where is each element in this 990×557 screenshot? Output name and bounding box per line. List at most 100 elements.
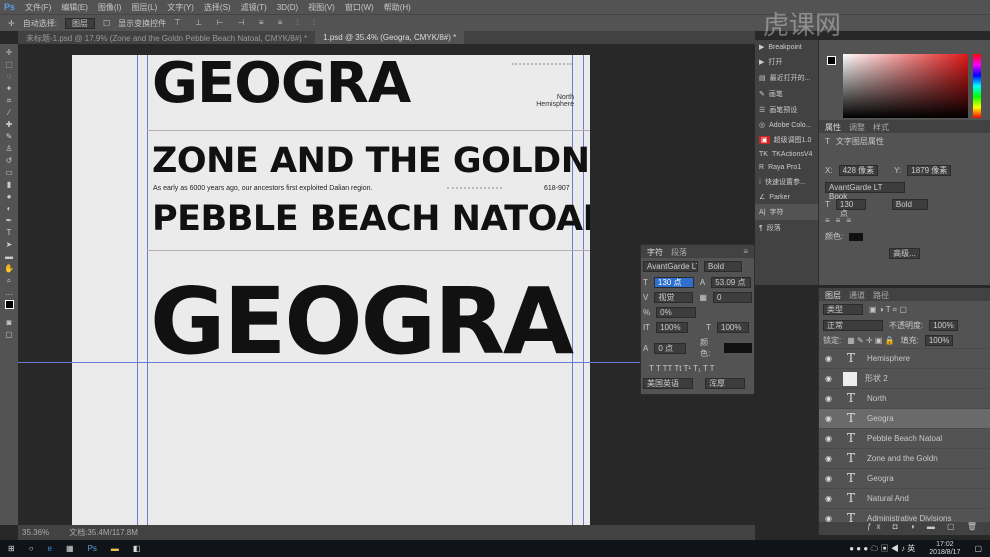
layer-row[interactable]: ◉ T Zone and the Goldn — [819, 448, 990, 468]
tab-properties[interactable]: 属性 — [825, 122, 841, 132]
tab-untitled[interactable]: 未标题-1.psd @ 17.9% (Zone and the Goldn Pe… — [18, 31, 315, 44]
tab-styles[interactable]: 样式 — [873, 122, 889, 132]
menu-window[interactable]: 窗口(W) — [345, 2, 374, 13]
clock[interactable]: 17:02 2018/8/17 — [929, 541, 960, 557]
eyedropper-icon[interactable]: ⁄ — [3, 108, 15, 118]
menu-select[interactable]: 选择(S) — [204, 2, 231, 13]
font-size-field[interactable]: 130 点 — [653, 277, 694, 288]
body-text[interactable]: As early as 6000 years ago, our ancestor… — [153, 185, 372, 192]
font-family-select[interactable]: AvantGarde LT... — [643, 261, 698, 272]
baseline-field[interactable]: 0 点 — [654, 342, 687, 354]
screen-mode-icon[interactable]: ▢ — [3, 330, 15, 340]
heading-geogra-big[interactable]: GEOGRA — [150, 268, 574, 375]
stamp-tool-icon[interactable]: ♙ — [3, 144, 15, 154]
path-select-icon[interactable]: ➤ — [3, 240, 15, 250]
hand-tool-icon[interactable]: ✋ — [3, 264, 15, 274]
menu-view[interactable]: 视图(V) — [308, 2, 335, 13]
document-canvas[interactable]: GEOGRA North Hemisphere ZONE AND THE GOLD… — [72, 55, 590, 527]
dodge-tool-icon[interactable]: ◐ — [3, 204, 15, 214]
tab-adjustments[interactable]: 调整 — [849, 122, 865, 132]
edge-icon[interactable]: e — [48, 544, 52, 553]
tab-1-psd[interactable]: 1.psd @ 35.4% (Geogra, CMYK/8#) * — [315, 31, 465, 44]
lock-icons[interactable]: ▦ ✎ ✛ ▣ 🔒 — [847, 336, 894, 345]
app-icon[interactable]: ◧ — [133, 544, 141, 553]
layer-row[interactable]: ◉ 形状 2 — [819, 368, 990, 388]
show-transform-checkbox[interactable]: ☐ — [103, 19, 110, 28]
north-text[interactable]: North Hemisphere — [536, 94, 574, 108]
gradient-tool-icon[interactable]: ▮ — [3, 180, 15, 190]
x-field[interactable]: 428 像素 — [838, 165, 879, 176]
kerning-field[interactable]: 视觉 — [654, 292, 694, 303]
visibility-eye-icon[interactable]: ◉ — [825, 374, 835, 383]
brush-tool-icon[interactable]: ✎ — [3, 132, 15, 142]
layer-row[interactable]: ◉ T Geogra — [819, 468, 990, 488]
tab-layers[interactable]: 图层 — [825, 290, 841, 300]
align-left-icon[interactable]: ≡ — [825, 216, 830, 225]
antialias-select[interactable]: 浑厚 — [705, 378, 745, 389]
menu-edit[interactable]: 编辑(E) — [61, 2, 88, 13]
menu-3d[interactable]: 3D(D) — [277, 3, 298, 12]
dock-item[interactable]: ▶ Breakpoint — [755, 40, 818, 54]
layer-row[interactable]: ◉ T Geogra — [819, 408, 990, 428]
font-style-select[interactable]: Bold — [704, 261, 742, 272]
menu-help[interactable]: 帮助(H) — [384, 2, 411, 13]
visibility-eye-icon[interactable]: ◉ — [825, 394, 835, 403]
visibility-eye-icon[interactable]: ◉ — [825, 414, 835, 423]
cortana-icon[interactable]: ○ — [29, 544, 34, 553]
quick-mask-icon[interactable]: ◙ — [3, 318, 15, 328]
lasso-tool-icon[interactable]: ◌ — [3, 72, 15, 82]
auto-select-dropdown[interactable]: 图层 — [64, 17, 95, 29]
font-family-select[interactable]: AvantGarde LT Book — [825, 182, 905, 201]
dock-paragraph[interactable]: ¶ 段落 — [755, 220, 818, 236]
font-style-select[interactable]: Bold — [891, 199, 928, 210]
phone-text[interactable]: 618-907 — [544, 185, 570, 192]
layer-row[interactable]: ◉ T Hemisphere — [819, 348, 990, 368]
tab-paths[interactable]: 路径 — [873, 290, 889, 300]
tracking-field[interactable]: 0 — [712, 292, 752, 303]
color-swatch[interactable] — [724, 343, 752, 353]
healing-brush-icon[interactable]: ✚ — [3, 120, 15, 130]
menu-type[interactable]: 文字(Y) — [167, 2, 194, 13]
type-tool-icon[interactable]: T — [3, 228, 15, 238]
leading-field[interactable]: 53.09 点 — [711, 277, 752, 288]
calculator-icon[interactable]: ▦ — [66, 544, 74, 553]
move-tool-icon[interactable]: ✛ — [3, 48, 15, 58]
color-swatches-icon[interactable] — [3, 300, 15, 316]
menu-filter[interactable]: 滤镜(T) — [241, 2, 267, 13]
blend-mode-select[interactable]: 正常 — [823, 320, 883, 331]
menu-layer[interactable]: 图层(L) — [131, 2, 157, 13]
foreground-color-swatch[interactable] — [827, 56, 836, 65]
vertical-scale-field[interactable]: 100% — [656, 322, 689, 333]
align-center-icon[interactable]: ≡ — [836, 216, 841, 225]
menu-file[interactable]: 文件(F) — [25, 2, 51, 13]
visibility-eye-icon[interactable]: ◉ — [825, 454, 835, 463]
visibility-eye-icon[interactable]: ◉ — [825, 354, 835, 363]
tsume-field[interactable]: 0% — [656, 307, 697, 318]
dock-item[interactable]: ◎ Adobe Colo... — [755, 118, 818, 132]
color-swatch[interactable] — [849, 232, 864, 241]
tab-paragraph[interactable]: 段落 — [671, 247, 687, 257]
advanced-button[interactable]: 高级... — [889, 248, 920, 259]
menu-image[interactable]: 图像(I) — [98, 2, 122, 13]
photoshop-taskbar-icon[interactable]: Ps — [88, 544, 97, 553]
align-icons[interactable]: ⊤ ⊥ ⊢ ⊣ ≡ ≡ ⫶ ⫶ — [174, 18, 321, 28]
dock-item[interactable]: R Raya Pro1 — [755, 161, 818, 174]
hue-slider[interactable] — [973, 54, 981, 118]
move-tool-icon[interactable]: ✛ — [8, 19, 15, 28]
tray-icons[interactable]: ● ● ● ☁ ▣ ◀ ♪ 英 — [849, 543, 915, 554]
font-size-field[interactable]: 130 点 — [835, 199, 866, 218]
dock-item[interactable]: ☰ 画笔预设 — [755, 102, 818, 118]
notification-icon[interactable]: ▢ — [974, 544, 982, 553]
layer-row[interactable]: ◉ T Pebble Beach Natoal — [819, 428, 990, 448]
dock-item[interactable]: ▶ 打开 — [755, 54, 818, 70]
layer-row[interactable]: ◉ T North — [819, 388, 990, 408]
fill-field[interactable]: 100% — [924, 335, 954, 346]
tab-channels[interactable]: 通道 — [849, 290, 865, 300]
dock-item[interactable]: TK TKActionsV4 — [755, 148, 818, 161]
layer-row[interactable]: ◉ T Natural And — [819, 488, 990, 508]
dock-character[interactable]: A| 字符 — [755, 204, 818, 220]
dock-item[interactable]: ▣ 超级调图1.0 — [755, 132, 818, 148]
blur-tool-icon[interactable]: ● — [3, 192, 15, 202]
dock-item[interactable]: ⁞ 快速设置参... — [755, 174, 818, 190]
y-field[interactable]: 1879 像素 — [907, 165, 952, 176]
